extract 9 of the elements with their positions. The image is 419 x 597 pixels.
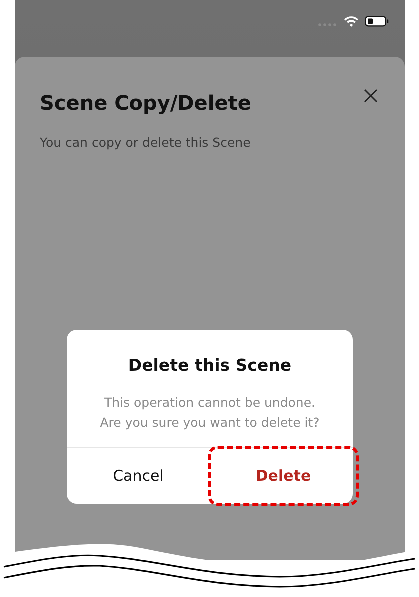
delete-button[interactable]: Delete — [210, 448, 357, 504]
sheet-subtitle: You can copy or delete this Scene — [40, 135, 252, 150]
dialog-message: This operation cannot be undone. Are you sure you want to delete it? — [100, 394, 320, 432]
sheet-title: Scene Copy/Delete — [40, 91, 252, 115]
wifi-icon — [344, 16, 359, 27]
dialog-title: Delete this Scene — [128, 356, 292, 375]
battery-icon — [365, 16, 389, 27]
close-icon[interactable] — [364, 89, 378, 103]
cancel-button[interactable]: Cancel — [67, 448, 210, 504]
